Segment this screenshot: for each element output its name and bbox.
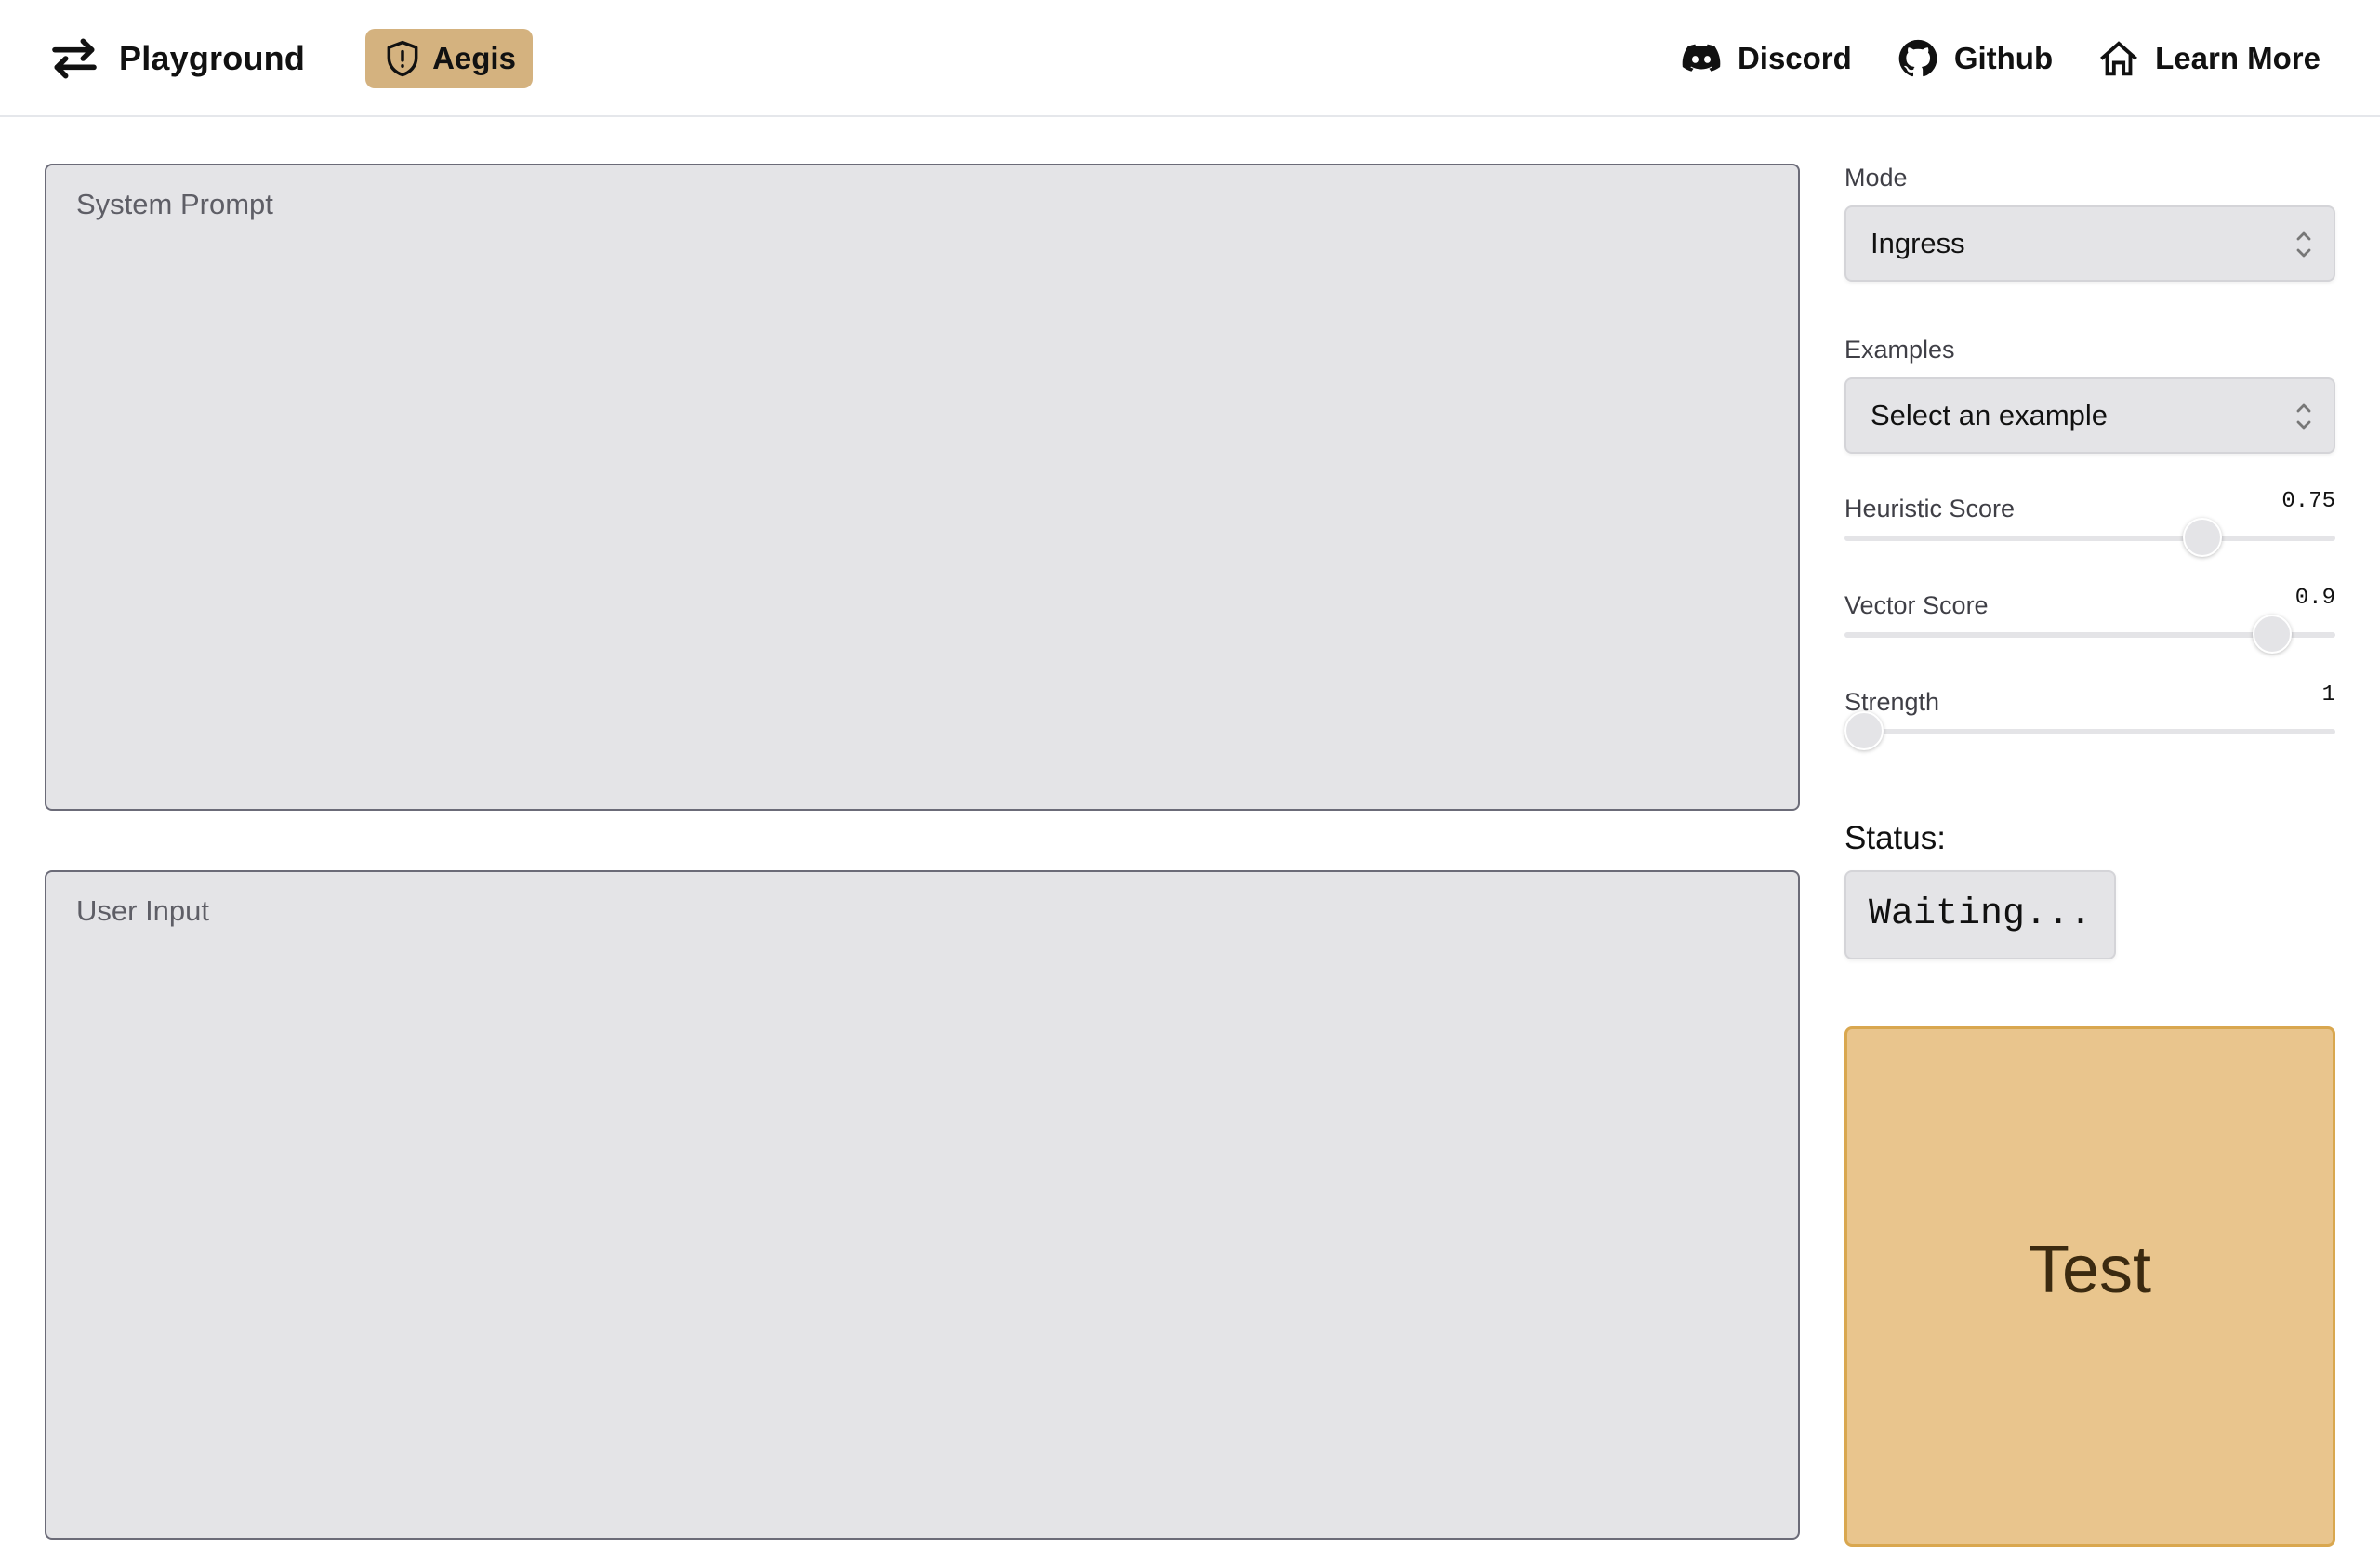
discord-icon	[1682, 44, 1721, 72]
top-navbar: Playground Aegis Discord Github Learn Mo…	[0, 0, 2380, 117]
chevron-up-down-icon	[2294, 400, 2313, 433]
vector-score-thumb[interactable]	[2253, 615, 2293, 654]
mode-selected-value: Ingress	[1871, 227, 1965, 259]
examples-label: Examples	[1844, 336, 1955, 364]
strength-slider-group: Strength 1	[1844, 682, 2335, 785]
mode-label: Mode	[1844, 164, 1908, 192]
system-prompt-textarea[interactable]	[45, 164, 1800, 811]
user-input-textarea[interactable]	[45, 870, 1800, 1540]
github-icon	[1898, 39, 1937, 77]
settings-panel: Mode Ingress Examples Select an example …	[1844, 164, 2335, 959]
discord-link[interactable]: Discord	[1680, 37, 1852, 80]
examples-selected-value: Select an example	[1871, 399, 2109, 431]
learn-more-label: Learn More	[2155, 41, 2320, 75]
vector-score-label: Vector Score	[1844, 591, 1989, 619]
strength-track[interactable]	[1844, 711, 2335, 750]
learn-more-link[interactable]: Learn More	[2097, 37, 2320, 80]
github-link[interactable]: Github	[1897, 37, 2053, 80]
heuristic-score-value: 0.75	[2281, 489, 2335, 514]
brand-label: Playground	[119, 39, 306, 77]
heuristic-score-slider-group: Heuristic Score 0.75	[1844, 489, 2335, 591]
github-label: Github	[1953, 41, 2054, 75]
status-value: Waiting...	[1844, 870, 2117, 959]
vector-score-track[interactable]	[1844, 615, 2335, 654]
brand-link[interactable]: Playground	[48, 28, 305, 89]
aegis-label: Aegis	[432, 41, 516, 75]
nav-links: Discord Github Learn More	[1680, 28, 2320, 89]
strength-thumb[interactable]	[1844, 711, 1884, 750]
heuristic-score-label: Heuristic Score	[1844, 495, 2016, 522]
discord-label: Discord	[1737, 41, 1852, 75]
status-label: Status:	[1844, 820, 1946, 856]
mode-select[interactable]: Ingress	[1844, 205, 2335, 282]
home-icon	[2100, 41, 2138, 76]
heuristic-score-thumb[interactable]	[2183, 518, 2223, 557]
aegis-badge-button[interactable]: Aegis	[365, 29, 533, 88]
shield-alert-icon	[387, 40, 418, 77]
vector-score-slider-group: Vector Score 0.9	[1844, 586, 2335, 688]
examples-select[interactable]: Select an example	[1844, 377, 2335, 454]
swap-arrows-icon	[52, 38, 97, 79]
heuristic-score-track[interactable]	[1844, 518, 2335, 557]
strength-value: 1	[2321, 682, 2335, 707]
test-button[interactable]: Test	[1844, 1026, 2335, 1547]
vector-score-value: 0.9	[2294, 586, 2335, 611]
chevron-up-down-icon	[2294, 228, 2313, 261]
